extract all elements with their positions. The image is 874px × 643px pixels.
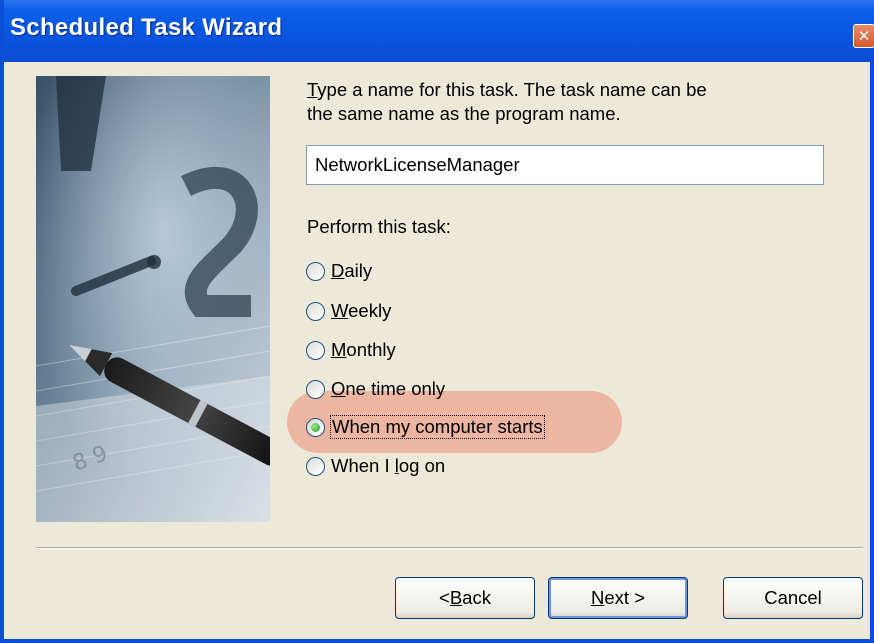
prompt-line2: the same name as the program name. xyxy=(307,103,621,124)
back-button-prefix: < xyxy=(439,587,450,608)
cancel-button-label: Cancel xyxy=(764,587,822,608)
radio-daily-label: aily xyxy=(344,260,373,281)
task-name-input[interactable] xyxy=(306,145,824,185)
task-name-prompt: Type a name for this task. The task name… xyxy=(307,78,827,126)
cancel-button[interactable]: Cancel xyxy=(723,577,863,619)
close-button[interactable]: ✕ xyxy=(853,24,874,48)
radio-when-computer-starts[interactable]: When my computer starts xyxy=(306,413,545,441)
radio-monthly-label: onthly xyxy=(346,339,396,360)
radio-monthly-accel: M xyxy=(331,339,347,360)
title-bar[interactable]: Scheduled Task Wizard xyxy=(4,0,874,62)
radio-one-time-only[interactable]: One time only xyxy=(306,375,445,403)
radio-one-time-label: ne time only xyxy=(345,378,446,399)
radio-button-icon[interactable] xyxy=(306,340,325,360)
back-button-accel: B xyxy=(449,587,463,608)
radio-button-selected-icon[interactable] xyxy=(306,417,325,437)
next-button-accel: N xyxy=(591,587,605,608)
scheduled-task-wizard-window: Scheduled Task Wizard ✕ 8 9 Type a name … xyxy=(0,0,874,643)
prompt-line1: ype a name for this task. The task name … xyxy=(317,79,707,100)
radio-weekly-label: eekly xyxy=(348,300,392,321)
radio-log-on-label-before: When I xyxy=(331,455,395,476)
radio-button-icon[interactable] xyxy=(306,301,325,321)
next-button-label: ext > xyxy=(604,587,645,608)
radio-weekly[interactable]: Weekly xyxy=(306,297,391,325)
radio-daily-accel: D xyxy=(331,260,345,281)
radio-weekly-accel: W xyxy=(331,300,349,321)
back-button-label: ack xyxy=(462,587,491,608)
radio-monthly[interactable]: Monthly xyxy=(306,336,396,364)
radio-when-i-log-on[interactable]: When I log on xyxy=(306,452,445,480)
next-button[interactable]: Next > xyxy=(548,577,688,619)
radio-daily[interactable]: Daily xyxy=(306,257,372,285)
radio-when-computer-starts-label: When my computer starts xyxy=(330,415,545,439)
prompt-accel: T xyxy=(307,79,318,100)
close-icon: ✕ xyxy=(857,27,871,45)
radio-one-time-accel: O xyxy=(331,378,346,399)
window-title: Scheduled Task Wizard xyxy=(10,14,283,41)
radio-button-icon[interactable] xyxy=(306,261,325,281)
radio-button-icon[interactable] xyxy=(306,456,325,476)
clock-pen-illustration-icon: 8 9 xyxy=(36,76,270,522)
wizard-illustration: 8 9 xyxy=(36,76,270,522)
back-button[interactable]: < Back xyxy=(395,577,535,619)
separator xyxy=(36,547,863,549)
radio-button-icon[interactable] xyxy=(306,379,325,399)
perform-task-label: Perform this task: xyxy=(307,216,451,237)
radio-log-on-label-after: og on xyxy=(398,455,446,476)
